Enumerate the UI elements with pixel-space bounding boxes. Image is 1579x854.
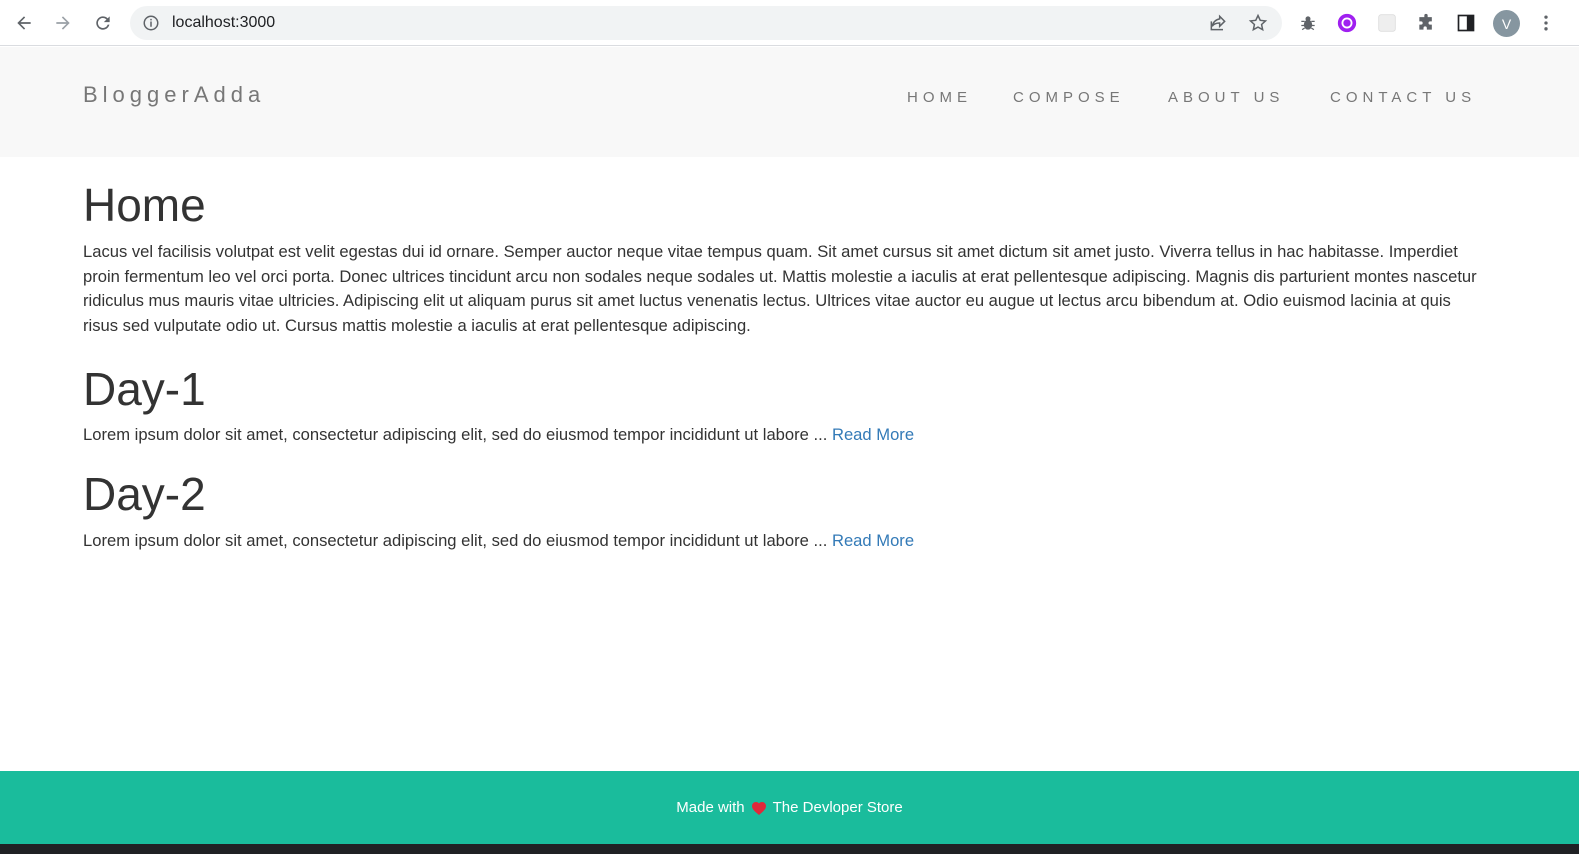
site-footer: Made with The Devloper Store	[0, 771, 1579, 844]
nav-compose[interactable]: COMPOSE	[1013, 89, 1125, 106]
post-title: Day-2	[83, 468, 206, 521]
share-icon[interactable]	[1208, 13, 1228, 33]
post-day-1: Day-1 Lorem ipsum dolor sit amet, consec…	[83, 362, 1483, 447]
footer-made-with: Made with	[676, 799, 745, 816]
back-arrow-icon[interactable]	[12, 11, 36, 35]
site-header: BloggerAdda HOME COMPOSE ABOUT US CONTAC…	[0, 47, 1579, 157]
post-excerpt: Lorem ipsum dolor sit amet, consectetur …	[83, 423, 1483, 447]
profile-avatar[interactable]: V	[1493, 10, 1520, 37]
main-content: Home Lacus vel facilisis volutpat est ve…	[83, 178, 1483, 553]
sidebar-icon[interactable]	[1455, 12, 1477, 34]
footer-credit: Made with The Devloper Store	[676, 799, 902, 816]
extension-blank-icon[interactable]	[1376, 12, 1398, 34]
nav-about-us[interactable]: ABOUT US	[1168, 89, 1284, 106]
address-bar[interactable]: localhost:3000	[130, 6, 1282, 40]
nav-contact-us[interactable]: CONTACT US	[1330, 89, 1476, 106]
bug-icon[interactable]	[1297, 12, 1319, 34]
post-day-2: Day-2 Lorem ipsum dolor sit amet, consec…	[83, 467, 1483, 552]
browser-toolbar: localhost:3000 V	[0, 0, 1579, 46]
footer-store-name: The Devloper Store	[772, 799, 903, 816]
post-excerpt-text: Lorem ipsum dolor sit amet, consectetur …	[83, 425, 828, 445]
post-title: Day-1	[83, 363, 206, 416]
puzzle-icon[interactable]	[1415, 12, 1437, 34]
url-text[interactable]: localhost:3000	[172, 14, 275, 32]
page-title: Home	[83, 179, 206, 231]
forward-arrow-icon[interactable]	[51, 11, 75, 35]
heart-icon	[751, 801, 766, 815]
read-more-link[interactable]: Read More	[832, 425, 914, 444]
window-bottom-edge	[0, 844, 1579, 854]
star-icon[interactable]	[1248, 13, 1268, 33]
post-excerpt: Lorem ipsum dolor sit amet, consectetur …	[83, 529, 1483, 553]
kebab-menu-icon[interactable]	[1535, 12, 1557, 34]
info-icon[interactable]	[142, 14, 160, 32]
nav-home[interactable]: HOME	[907, 89, 972, 106]
extension-purple-icon[interactable]	[1336, 12, 1358, 34]
post-excerpt-text: Lorem ipsum dolor sit amet, consectetur …	[83, 530, 828, 550]
read-more-link[interactable]: Read More	[832, 531, 914, 550]
main-nav: HOME COMPOSE ABOUT US CONTACT US	[0, 89, 1579, 109]
reload-icon[interactable]	[91, 11, 115, 35]
home-intro-text: Lacus vel facilisis volutpat est velit e…	[83, 242, 1477, 335]
